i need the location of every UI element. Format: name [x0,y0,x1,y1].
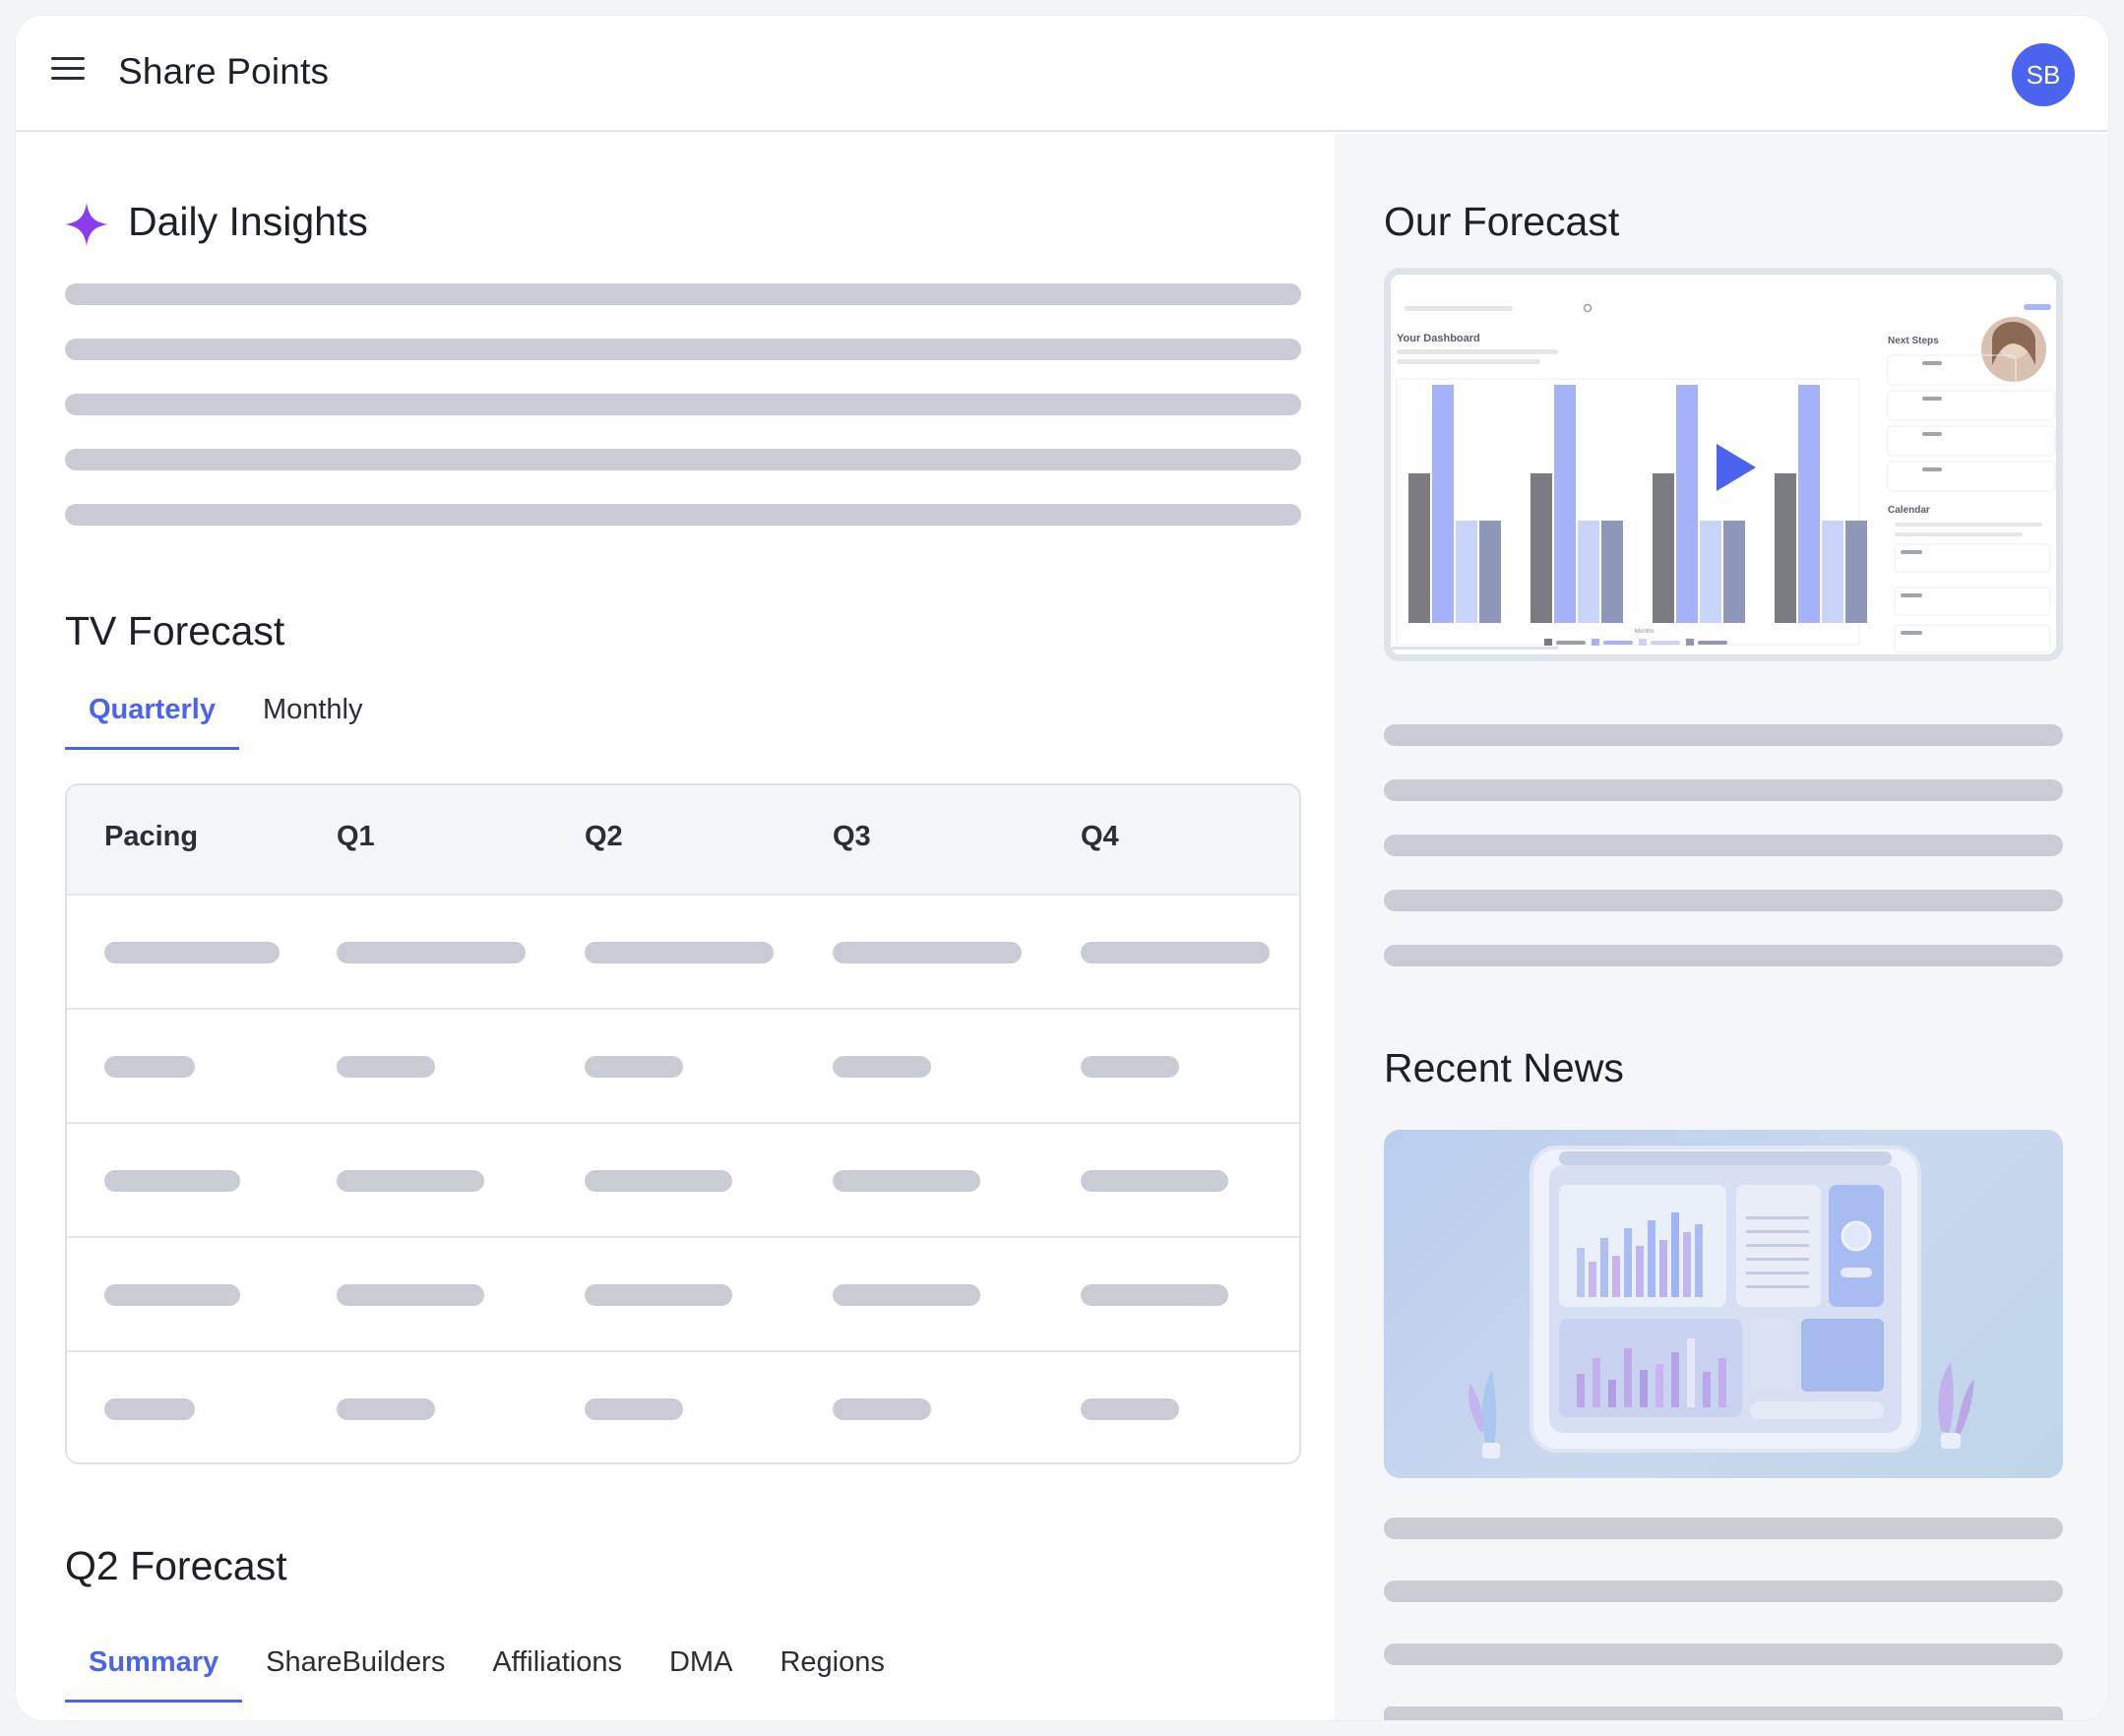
forecast-video-thumbnail[interactable]: Your Dashboard Months Next Steps Calenda… [1384,268,2063,661]
cell-skeleton [104,1056,195,1078]
news-skeleton-line [1384,1643,2063,1665]
table-row [67,894,1299,1008]
cell-skeleton [585,1056,683,1078]
cell-skeleton [1081,1170,1228,1192]
news-skeleton-line [1384,1706,2063,1720]
cell-skeleton [104,942,280,963]
table-row [67,1236,1299,1350]
news-image[interactable] [1384,1130,2063,1478]
calendar-label: Calendar [1888,505,1930,516]
forecast-skeleton-line [1384,779,2063,801]
x-axis-label: Months [1635,629,1655,635]
dashboard-preview: Your Dashboard Months Next Steps Calenda… [1391,275,2056,654]
cell-skeleton [585,1284,732,1306]
sparkle-icon [65,203,108,246]
table-row [67,1350,1299,1462]
insight-skeleton-line [65,283,1301,305]
recent-news-title: Recent News [1384,1045,1624,1090]
hamburger-menu-icon[interactable] [51,57,85,87]
our-forecast-title: Our Forecast [1384,199,1620,244]
dashboard-title-text: Your Dashboard [1397,333,1480,344]
q2-forecast-tabs: Summary ShareBuilders Affiliations DMA R… [65,1634,908,1703]
cell-skeleton [1081,1398,1179,1420]
q2-forecast-title: Q2 Forecast [65,1543,287,1588]
news-skeleton-line [1384,1518,2063,1539]
cell-skeleton [585,1170,732,1192]
column-header-q4[interactable]: Q4 [1081,821,1119,853]
daily-insights-title: Daily Insights [128,199,368,244]
cell-skeleton [585,942,774,963]
cell-skeleton [833,1170,980,1192]
main-content: Daily Insights TV Forecast Quarterly Mon… [16,134,1335,1720]
cell-skeleton [337,1398,435,1420]
user-avatar[interactable]: SB [2012,43,2075,106]
news-skeleton-line [1384,1581,2063,1602]
forecast-skeleton-line [1384,890,2063,911]
cell-skeleton [1081,1284,1228,1306]
cell-skeleton [104,1284,240,1306]
cell-skeleton [833,1284,980,1306]
side-panel: Our Forecast Your Dashboard Months Next … [1335,134,2108,1720]
table-header-row: Pacing Q1 Q2 Q3 Q4 [67,785,1299,894]
app-window: Share Points SB Daily Insights TV Foreca… [16,16,2108,1720]
cell-skeleton [104,1170,240,1192]
insight-skeleton-line [65,394,1301,415]
tab-monthly[interactable]: Monthly [239,681,387,750]
cell-skeleton [833,1056,931,1078]
table-row [67,1008,1299,1122]
column-header-q3[interactable]: Q3 [833,821,871,853]
app-title: Share Points [118,51,330,92]
cell-skeleton [1081,942,1270,963]
tab-summary[interactable]: Summary [65,1634,243,1703]
insight-skeleton-line [65,339,1301,360]
news-illustration [1468,1146,1974,1458]
tab-quarterly[interactable]: Quarterly [65,681,239,750]
insight-skeleton-line [65,504,1301,526]
tab-regions[interactable]: Regions [756,1634,907,1703]
tab-affiliations[interactable]: Affiliations [469,1634,646,1703]
tab-sharebuilders[interactable]: ShareBuilders [242,1634,469,1703]
tv-forecast-tabs: Quarterly Monthly [65,681,387,750]
forecast-skeleton-line [1384,724,2063,746]
cell-skeleton [337,942,526,963]
cell-skeleton [1081,1056,1179,1078]
tv-forecast-title: TV Forecast [65,608,285,653]
cell-skeleton [337,1056,435,1078]
insight-skeleton-line [65,449,1301,470]
tv-forecast-table: Pacing Q1 Q2 Q3 Q4 [65,783,1301,1464]
cell-skeleton [833,942,1022,963]
cell-skeleton [104,1398,195,1420]
next-steps-label: Next Steps [1888,336,1939,346]
tab-dma[interactable]: DMA [646,1634,756,1703]
cell-skeleton [337,1284,484,1306]
forecast-skeleton-line [1384,945,2063,966]
cell-skeleton [337,1170,484,1192]
table-row [67,1122,1299,1236]
column-header-q1[interactable]: Q1 [337,821,375,853]
cell-skeleton [585,1398,683,1420]
cell-skeleton [833,1398,931,1420]
top-app-bar: Share Points SB [16,16,2108,132]
column-header-pacing[interactable]: Pacing [104,821,198,853]
play-icon[interactable] [1715,442,1758,493]
forecast-skeleton-line [1384,835,2063,856]
column-header-q2[interactable]: Q2 [585,821,623,853]
